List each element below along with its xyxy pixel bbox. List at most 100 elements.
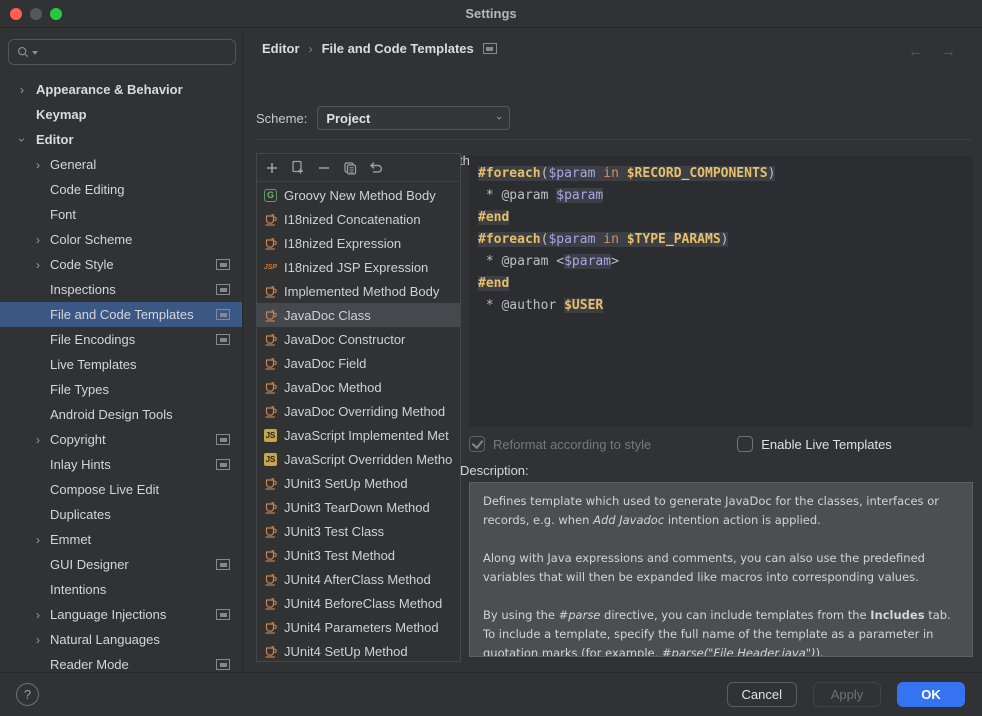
forward-arrow-icon[interactable]: →	[941, 43, 956, 60]
template-item[interactable]: JUnit4 SetUp Method	[257, 639, 460, 662]
chevron-right-icon[interactable]: ›	[30, 432, 46, 448]
chevron-right-icon[interactable]: ›	[30, 232, 46, 248]
template-code-editor[interactable]: #foreach($param in $RECORD_COMPONENTS) *…	[469, 156, 973, 427]
template-item[interactable]: I18nized Expression	[257, 231, 460, 255]
sidebar-item-file-types[interactable]: File Types	[0, 377, 242, 402]
live-templates-checkbox[interactable]	[737, 436, 753, 452]
sidebar-item-label: Natural Languages	[50, 632, 160, 647]
template-item-label: JUnit4 AfterClass Method	[284, 572, 431, 587]
revert-template-button[interactable]	[367, 159, 384, 176]
sidebar-item-general[interactable]: ›General	[0, 152, 242, 177]
chevron-right-icon[interactable]: ›	[30, 257, 46, 273]
code-line: * @author $USER	[478, 295, 964, 317]
template-item[interactable]: JUnit4 AfterClass Method	[257, 567, 460, 591]
create-child-template-button[interactable]	[289, 159, 306, 176]
back-arrow-icon[interactable]: ←	[908, 43, 923, 60]
sidebar-item-appearance-behavior[interactable]: › Appearance & Behavior	[0, 77, 242, 102]
java-template-icon	[263, 620, 278, 635]
javascript-icon: JS	[263, 452, 278, 467]
sidebar-item-reader-mode[interactable]: Reader Mode	[0, 652, 242, 672]
search-options-caret-icon[interactable]	[32, 51, 38, 55]
sidebar-item-label: Appearance & Behavior	[36, 82, 183, 97]
template-item[interactable]: JUnit3 SetUp Method	[257, 471, 460, 495]
ok-button[interactable]: OK	[897, 682, 965, 707]
template-item[interactable]: JUnit3 TearDown Method	[257, 495, 460, 519]
sidebar-item-font[interactable]: Font	[0, 202, 242, 227]
template-item[interactable]: JavaDoc Method	[257, 375, 460, 399]
reformat-option[interactable]: Reformat according to style	[469, 436, 651, 452]
template-item[interactable]: JSJavaScript Implemented Met	[257, 423, 460, 447]
sidebar-item-label: Compose Live Edit	[50, 482, 159, 497]
sidebar-item-file-encodings[interactable]: File Encodings	[0, 327, 242, 352]
cancel-button[interactable]: Cancel	[727, 682, 797, 707]
template-item[interactable]: JSJavaScript Overridden Metho	[257, 447, 460, 471]
sidebar-item-color-scheme[interactable]: ›Color Scheme	[0, 227, 242, 252]
sidebar-item-natural-languages[interactable]: › Natural Languages	[0, 627, 242, 652]
template-item[interactable]: Implemented Method Body	[257, 279, 460, 303]
scheme-label: Scheme:	[256, 111, 307, 126]
template-item[interactable]: JavaDoc Field	[257, 351, 460, 375]
sidebar-item-label: Inspections	[50, 282, 116, 297]
template-item[interactable]: JUnit4 BeforeClass Method	[257, 591, 460, 615]
template-item[interactable]: I18nized Concatenation	[257, 207, 460, 231]
chevron-right-icon[interactable]: ›	[14, 82, 30, 98]
add-template-button[interactable]	[263, 159, 280, 176]
sidebar-item-code-style[interactable]: ›Code Style	[0, 252, 242, 277]
template-item[interactable]: JavaDoc Class	[257, 303, 460, 327]
sidebar-item-emmet[interactable]: ›Emmet	[0, 527, 242, 552]
copy-template-button[interactable]	[341, 159, 358, 176]
template-item-label: JavaDoc Overriding Method	[284, 404, 445, 419]
sidebar-item-code-editing[interactable]: Code Editing	[0, 177, 242, 202]
help-button[interactable]: ?	[16, 683, 39, 706]
template-item[interactable]: JUnit3 Test Method	[257, 543, 460, 567]
sidebar-item-label: Font	[50, 207, 76, 222]
template-item[interactable]: JSPI18nized JSP Expression	[257, 255, 460, 279]
chevron-down-icon[interactable]: ›	[14, 132, 30, 148]
template-item[interactable]: JUnit4 Parameters Method	[257, 615, 460, 639]
description-paragraph: Along with Java expressions and comments…	[483, 549, 959, 587]
sidebar-item-gui-designer[interactable]: GUI Designer	[0, 552, 242, 577]
sidebar-item-compose-live-edit[interactable]: Compose Live Edit	[0, 477, 242, 502]
chevron-right-icon[interactable]: ›	[30, 632, 46, 648]
template-item-label: JavaDoc Method	[284, 380, 382, 395]
sidebar-item-label: Intentions	[50, 582, 106, 597]
chevron-right-icon[interactable]: ›	[30, 532, 46, 548]
breadcrumb-editor[interactable]: Editor	[262, 41, 300, 56]
chevron-right-icon[interactable]: ›	[30, 607, 46, 623]
sidebar-item-language-injections[interactable]: ›Language Injections	[0, 602, 242, 627]
template-item[interactable]: JUnit3 Test Class	[257, 519, 460, 543]
scheme-dropdown[interactable]: Project ›	[317, 106, 510, 130]
sidebar-item-label: Copyright	[50, 432, 106, 447]
sidebar-item-copyright[interactable]: › Copyright	[0, 427, 242, 452]
sidebar-item-android-design-tools[interactable]: Android Design Tools	[0, 402, 242, 427]
code-line: #foreach($param in $TYPE_PARAMS)	[478, 229, 964, 251]
chevron-right-icon[interactable]: ›	[30, 157, 46, 173]
sidebar-item-duplicates[interactable]: Duplicates	[0, 502, 242, 527]
live-templates-option[interactable]: Enable Live Templates	[737, 436, 892, 452]
screen-icon	[216, 334, 230, 345]
remove-template-button[interactable]	[315, 159, 332, 176]
sidebar-item-keymap[interactable]: Keymap	[0, 102, 242, 127]
screen-icon	[216, 259, 230, 270]
zoom-window-button[interactable]	[50, 8, 62, 20]
java-template-icon	[263, 596, 278, 611]
javascript-icon: JS	[263, 428, 278, 443]
sidebar-item-live-templates[interactable]: Live Templates	[0, 352, 242, 377]
sidebar-item-inlay-hints[interactable]: Inlay Hints	[0, 452, 242, 477]
template-item-label: Groovy New Method Body	[284, 188, 436, 203]
settings-search-input[interactable]	[8, 39, 236, 65]
sidebar-item-editor[interactable]: ›Editor	[0, 127, 242, 152]
template-item[interactable]: GGroovy New Method Body	[257, 183, 460, 207]
template-item[interactable]: JavaDoc Constructor	[257, 327, 460, 351]
sidebar-item-inspections[interactable]: Inspections	[0, 277, 242, 302]
java-template-icon	[263, 644, 278, 659]
sidebar-item-intentions[interactable]: Intentions	[0, 577, 242, 602]
java-template-icon	[263, 236, 278, 251]
template-item[interactable]: JavaDoc Overriding Method	[257, 399, 460, 423]
close-window-button[interactable]	[10, 8, 22, 20]
description-paragraph: Defines template which used to generate …	[483, 492, 959, 530]
java-template-icon	[263, 284, 278, 299]
apply-button: Apply	[813, 682, 881, 707]
screen-icon	[216, 284, 230, 295]
sidebar-item-file-and-code-templates[interactable]: File and Code Templates	[0, 302, 242, 327]
